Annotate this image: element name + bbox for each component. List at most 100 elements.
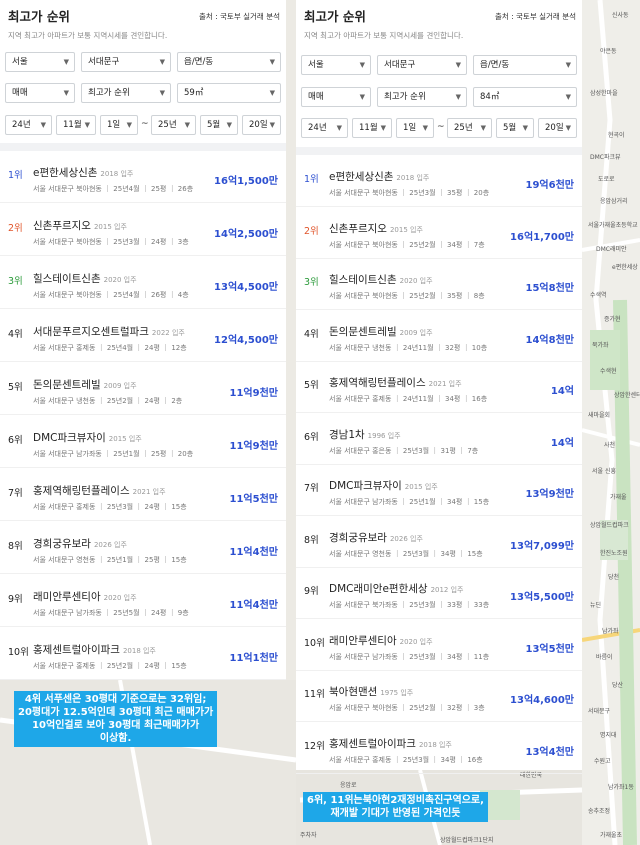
price-value: 13억9천만: [525, 489, 574, 500]
map-place-label[interactable]: 바름이: [596, 652, 613, 661]
ranking-item[interactable]: 9위 DMC래미안e편한세상 2012 입주 서울 서대문구 북가좌동 ｜ 25년3월…: [296, 568, 582, 619]
from-year-select[interactable]: 24년 ▼: [301, 118, 348, 138]
ranking-item[interactable]: 4위 돈의문센트레빌 2009 입주 서울 서대문구 냉천동 ｜ 24년11월 ｜ 3…: [296, 311, 582, 362]
sort-select[interactable]: 최고가 순위 ▼: [81, 83, 171, 103]
map-place-label[interactable]: DMC파크뷰: [590, 152, 621, 161]
map-place-label[interactable]: 삼성한마을: [590, 88, 618, 97]
rank-label: 2위: [304, 225, 319, 237]
rank-label: 10위: [304, 637, 325, 649]
map-place-label[interactable]: 서대문구: [588, 706, 610, 715]
map-place-label[interactable]: 남가좌: [602, 626, 619, 635]
map-place-label[interactable]: 야은동: [600, 46, 617, 55]
map-place-label[interactable]: 수색현: [600, 366, 617, 375]
map-place-label[interactable]: 당산: [612, 680, 623, 689]
map-place-label[interactable]: 당천: [608, 572, 619, 581]
rank-label: 1위: [8, 170, 23, 181]
to-month-select[interactable]: 5월 ▼: [200, 115, 238, 135]
map-place-label[interactable]: 서울가재울초등학교: [588, 220, 638, 229]
map-place-label[interactable]: 상암월드컵파크1단지: [440, 835, 494, 844]
ranking-item[interactable]: 10위 래미안루센티아 2020 입주 서울 서대문구 남가좌동 ｜ 25년3월 ｜ …: [296, 620, 582, 671]
ranking-item[interactable]: 3위 힐스테이트신촌 2020 입주 서울 서대문구 북아현동 ｜ 25년2월 ｜ 3…: [296, 259, 582, 310]
rank-label: 12위: [304, 740, 325, 752]
apartment-name: 북아현맨션 1975 입주: [329, 686, 414, 698]
size-select[interactable]: 59㎡ ▼: [177, 83, 281, 103]
from-year-select[interactable]: 24년 ▼: [5, 115, 52, 135]
ranking-item[interactable]: 7위 홍제역해링턴플레이스 2021 입주 서울 서대문구 홍제동 ｜ 25년3월 ｜…: [0, 470, 286, 521]
ranking-item[interactable]: 7위 DMC파크뷰자이 2015 입주 서울 서대문구 남가좌동 ｜ 25년1월 ｜ …: [296, 465, 582, 516]
map-place-label[interactable]: 사천: [604, 440, 615, 449]
map-place-label[interactable]: 도로로: [598, 174, 615, 183]
ranking-item[interactable]: 11위 북아현맨션 1975 입주 서울 서대문구 북아현동 ｜ 25년2월 ｜ 32…: [296, 671, 582, 722]
rank-label: 3위: [8, 276, 23, 287]
rank-label: 6위: [304, 431, 319, 443]
map-place-label[interactable]: 한진노조원: [600, 548, 628, 557]
sido-select[interactable]: 서울 ▼: [301, 55, 371, 75]
ranking-item[interactable]: 6위 DMC파크뷰자이 2015 입주 서울 서대문구 남가좌동 ｜ 25년1월 ｜ …: [0, 417, 286, 468]
ranking-item[interactable]: 2위 신촌푸르지오 2015 입주 서울 서대문구 북아현동 ｜ 25년3월 ｜ 24…: [0, 205, 286, 256]
ranking-item[interactable]: 3위 힐스테이트신촌 2020 입주 서울 서대문구 북아현동 ｜ 25년4월 ｜ 2…: [0, 258, 286, 309]
map-place-label[interactable]: 남가좌1동: [608, 782, 634, 791]
map-place-label[interactable]: 가재울초: [600, 830, 622, 839]
map-place-label[interactable]: 새마을회: [588, 410, 610, 419]
map-place-label[interactable]: 응암삼거리: [600, 196, 628, 205]
ranking-item[interactable]: 1위 e편한세상신촌 2018 입주 서울 서대문구 북아현동 ｜ 25년3월 ｜ 3…: [296, 156, 582, 207]
size-select[interactable]: 84㎡ ▼: [473, 87, 577, 107]
map-place-label[interactable]: 송추조정: [588, 806, 610, 815]
rank-label: 10위: [8, 647, 29, 658]
rank-label: 7위: [304, 483, 319, 494]
to-day-select[interactable]: 20일 ▼: [538, 118, 577, 138]
ranking-item[interactable]: 6위 경남1차 1996 입주 서울 서대문구 홍은동 ｜ 25년3월 ｜ 31평 ｜…: [296, 414, 582, 465]
transaction-details: 서울 서대문구 북아현동 ｜ 25년2월 ｜ 32평 ｜ 3층: [329, 704, 485, 712]
ranking-item[interactable]: 8위 경희궁유보라 2026 입주 서울 서대문구 영천동 ｜ 25년3월 ｜ 34평…: [296, 517, 582, 568]
sort-select[interactable]: 최고가 순위 ▼: [377, 87, 467, 107]
ranking-item[interactable]: 1위 e편한세상신촌 2018 입주 서울 서대문구 북아현동 ｜ 25년4월 ｜ 2…: [0, 152, 286, 203]
map-place-label[interactable]: 가재울: [610, 492, 627, 501]
from-day-select[interactable]: 1일 ▼: [100, 115, 138, 135]
to-month-select[interactable]: 5월 ▼: [496, 118, 534, 138]
ranking-item[interactable]: 5위 돈의문센트레빌 2009 입주 서울 서대문구 냉천동 ｜ 25년2월 ｜ 24…: [0, 364, 286, 415]
price-value: 13억5,500만: [510, 592, 574, 603]
ranking-item[interactable]: 9위 래미안루센티아 2020 입주 서울 서대문구 남가좌동 ｜ 25년5월 ｜ 2…: [0, 576, 286, 627]
move-in-year: 2018 입주: [396, 174, 430, 182]
gu-select[interactable]: 서대문구 ▼: [81, 52, 171, 72]
ranking-item[interactable]: 8위 경희궁유보라 2026 입주 서울 서대문구 영천동 ｜ 25년1월 ｜ 25평…: [0, 523, 286, 574]
sido-select[interactable]: 서울 ▼: [5, 52, 75, 72]
map-place-label[interactable]: 수원고: [594, 756, 611, 765]
from-month-select[interactable]: 11월 ▼: [56, 115, 96, 135]
move-in-year: 2022 입주: [151, 329, 185, 337]
map-place-label[interactable]: 상암한센터: [614, 390, 640, 399]
to-year-select[interactable]: 25년 ▼: [447, 118, 492, 138]
ranking-item[interactable]: 12위 홍제센트럴아이파크 2018 입주 서울 서대문구 홍제동 ｜ 25년3월 ｜…: [296, 723, 582, 774]
map-place-label[interactable]: 뉴딘: [590, 600, 601, 609]
transaction-details: 서울 서대문구 북가좌동 ｜ 25년3월 ｜ 33평 ｜ 33층: [329, 601, 490, 609]
transaction-details: 서울 서대문구 홍제동 ｜ 25년3월 ｜ 24평 ｜ 15층: [33, 503, 187, 511]
apartment-name: 래미안루센티아 2020 입주: [329, 634, 433, 647]
map-place-label[interactable]: 신사동: [612, 10, 629, 19]
dong-select[interactable]: 읍/면/동 ▼: [473, 55, 577, 75]
to-year-select[interactable]: 25년 ▼: [151, 115, 196, 135]
ranking-item[interactable]: 5위 홍제역해링턴플레이스 2021 입주 서울 서대문구 홍제동 ｜ 24년11월 …: [296, 362, 582, 413]
map-place-label[interactable]: 증가현: [604, 314, 621, 323]
map-place-label[interactable]: 상암월드컵파크: [590, 520, 629, 529]
rank-label: 7위: [8, 488, 23, 499]
move-in-year: 2015 입주: [389, 225, 423, 234]
map-place-label[interactable]: 응암로: [340, 780, 357, 789]
map-place-label[interactable]: 수색역: [590, 290, 607, 299]
map-place-label[interactable]: 주차자: [300, 830, 317, 839]
ranking-item[interactable]: 10위 홍제센트럴아이파크 2018 입주 서울 서대문구 홍제동 ｜ 25년2월 ｜…: [0, 629, 286, 680]
map-place-label[interactable]: e편한세상: [612, 262, 638, 271]
map-place-label[interactable]: 현곡이: [608, 130, 625, 139]
from-day-select[interactable]: 1일 ▼: [396, 118, 434, 138]
dong-select[interactable]: 읍/면/동 ▼: [177, 52, 281, 72]
map-place-label[interactable]: 북가좌: [592, 340, 609, 349]
map-place-label[interactable]: 명지대: [600, 730, 617, 739]
map-place-label[interactable]: DMC래미안: [596, 244, 627, 253]
map-place-label[interactable]: 서울 신흥: [592, 466, 616, 475]
trade-type-select[interactable]: 매매 ▼: [301, 87, 371, 107]
ranking-item[interactable]: 2위 신촌푸르지오 2015 입주 서울 서대문구 북아현동 ｜ 25년2월 ｜ 34…: [296, 208, 582, 259]
gu-select[interactable]: 서대문구 ▼: [377, 55, 467, 75]
ranking-item[interactable]: 4위 서대문푸르지오센트럴파크 2022 입주 서울 서대문구 홍제동 ｜ 25년4월…: [0, 311, 286, 362]
to-day-select[interactable]: 20일 ▼: [242, 115, 281, 135]
from-month-select[interactable]: 11월 ▼: [352, 118, 392, 138]
trade-type-select[interactable]: 매매 ▼: [5, 83, 75, 103]
